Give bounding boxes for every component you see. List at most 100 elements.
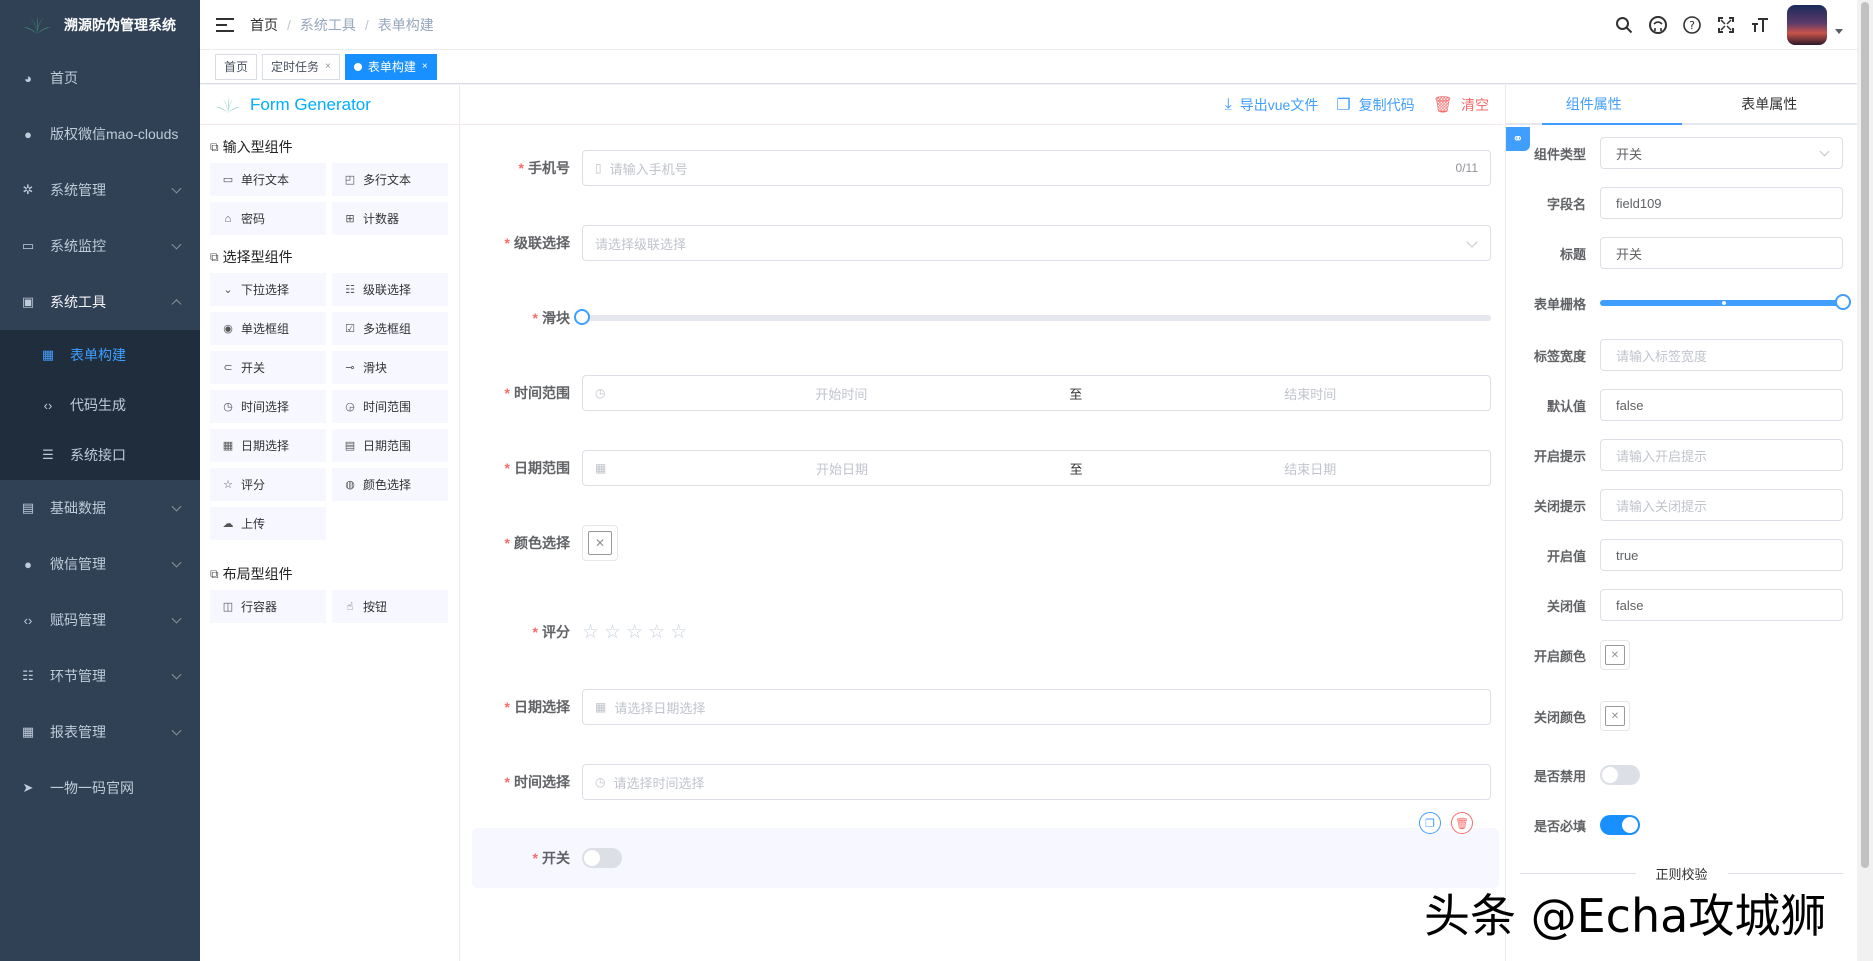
inactive-text-input[interactable]: 请输入关闭提示	[1600, 489, 1843, 521]
prop-inactive-text: 关闭提示 请输入关闭提示	[1506, 487, 1857, 523]
chevron-down-icon	[171, 725, 182, 736]
time-range-input[interactable]: ◷ 开始时间 至 结束时间	[582, 375, 1491, 411]
form-item-rate[interactable]: * 评分 ☆☆☆☆☆	[472, 602, 1491, 662]
chevron-down-icon	[1819, 146, 1830, 157]
github-icon[interactable]	[1641, 0, 1675, 50]
active-text-input[interactable]: 请输入开启提示	[1600, 439, 1843, 471]
delete-item-icon[interactable]: 🗑	[1451, 812, 1473, 834]
form-item-time[interactable]: * 时间选择 ◷ 请选择时间选择	[472, 752, 1491, 812]
form-item-phone[interactable]: * 手机号 ▯ 请输入手机号 0/11	[472, 138, 1491, 198]
tab-form-props[interactable]: 表单属性	[1682, 85, 1858, 123]
sidebar-item-code-assignment[interactable]: ‹› 赋码管理	[0, 592, 200, 648]
component-date-range[interactable]: ▤ 日期范围	[332, 429, 448, 462]
tag-home[interactable]: 首页	[215, 53, 258, 80]
caret-down-icon[interactable]	[1835, 29, 1843, 34]
sidebar-item-system-tools[interactable]: ▣ 系统工具	[0, 274, 200, 330]
hamburger-icon[interactable]	[216, 17, 234, 33]
slider-thumb[interactable]	[1835, 294, 1851, 310]
label-width-input[interactable]: 请输入标签宽度	[1600, 339, 1843, 371]
component-time-range[interactable]: ◶ 时间范围	[332, 390, 448, 423]
component-checkbox[interactable]: ☑ 多选框组	[332, 312, 448, 345]
avatar[interactable]	[1787, 4, 1827, 45]
time-input[interactable]: ◷ 请选择时间选择	[582, 764, 1491, 800]
breadcrumb-home[interactable]: 首页	[250, 15, 278, 35]
fullscreen-icon[interactable]	[1709, 0, 1743, 50]
component-upload[interactable]: ☁ 上传	[210, 507, 326, 540]
scrollbar-thumb[interactable]	[1861, 2, 1869, 868]
export-vue-button[interactable]: ⤓ 导出vue文件	[1225, 95, 1319, 115]
close-icon[interactable]: ×	[325, 55, 331, 79]
sidebar-item-wechat-management[interactable]: ● 微信管理	[0, 536, 200, 592]
component-input[interactable]: ▭ 单行文本	[210, 163, 326, 196]
copy-code-button[interactable]: ❐ 复制代码	[1336, 95, 1414, 115]
tab-component-props[interactable]: 组件属性	[1506, 85, 1682, 125]
sidebar-item-system-management[interactable]: ✲ 系统管理	[0, 162, 200, 218]
component-textarea[interactable]: ◰ 多行文本	[332, 163, 448, 196]
sidebar-item-form-builder[interactable]: ▦ 表单构建	[0, 330, 200, 380]
disabled-switch[interactable]	[1600, 765, 1640, 785]
date-input[interactable]: ▦ 请选择日期选择	[582, 689, 1491, 725]
inactive-color-picker[interactable]: ✕	[1600, 701, 1630, 731]
search-icon[interactable]	[1607, 0, 1641, 50]
close-icon: ✕	[1605, 706, 1625, 726]
sidebar-item-basic-data[interactable]: ▤ 基础数据	[0, 480, 200, 536]
span-slider[interactable]	[1600, 294, 1851, 310]
sidebar-item-wechat-copyright[interactable]: ● 版权微信mao-clouds	[0, 106, 200, 162]
sidebar-item-system-monitor[interactable]: ▭ 系统监控	[0, 218, 200, 274]
form-item-switch[interactable]: ❐ 🗑 * 开关	[472, 812, 1499, 888]
form-item-slider[interactable]: * 滑块	[472, 288, 1491, 348]
sidebar-item-link-management[interactable]: ☷ 环节管理	[0, 648, 200, 704]
clear-button[interactable]: 🗑 清空	[1433, 95, 1489, 115]
field-name-input[interactable]: field109	[1600, 187, 1843, 219]
page-scrollbar[interactable]	[1857, 0, 1873, 961]
slider-thumb[interactable]	[574, 309, 590, 325]
component-date-picker[interactable]: ▦ 日期选择	[210, 429, 326, 462]
component-type-select[interactable]: 开关	[1600, 137, 1843, 169]
component-slider[interactable]: ⊸ 滑块	[332, 351, 448, 384]
sidebar-item-report-management[interactable]: ▦ 报表管理	[0, 704, 200, 760]
component-radio[interactable]: ◉ 单选框组	[210, 312, 326, 345]
component-cascader[interactable]: ☷ 级联选择	[332, 273, 448, 306]
date-range-input[interactable]: ▦ 开始日期 至 结束日期	[582, 450, 1491, 486]
sidebar-item-code-generator[interactable]: ‹› 代码生成	[0, 380, 200, 430]
sidebar-logo[interactable]: 溯源防伪管理系统	[0, 0, 200, 50]
component-password[interactable]: ⌂ 密码	[210, 202, 326, 235]
form-item-date[interactable]: * 日期选择 ▦ 请选择日期选择	[472, 677, 1491, 737]
default-value-input[interactable]: false	[1600, 389, 1843, 421]
component-row[interactable]: ◫ 行容器	[210, 590, 326, 623]
sidebar-item-home[interactable]: ◕ 首页	[0, 50, 200, 106]
component-group-icon: ⧉	[210, 249, 219, 264]
component-rate[interactable]: ☆ 评分	[210, 468, 326, 501]
component-button[interactable]: ☝ 按钮	[332, 590, 448, 623]
component-time-picker[interactable]: ◷ 时间选择	[210, 390, 326, 423]
component-switch[interactable]: ⊂ 开关	[210, 351, 326, 384]
sidebar-item-official-site[interactable]: ➤ 一物一码官网	[0, 760, 200, 816]
cascader-input[interactable]: 请选择级联选择	[582, 225, 1491, 261]
font-size-icon[interactable]	[1743, 0, 1777, 50]
switch-toggle[interactable]	[582, 848, 622, 868]
copy-item-icon[interactable]: ❐	[1419, 812, 1441, 834]
prop-title: 标题 开关	[1506, 235, 1857, 271]
slider-track[interactable]	[574, 309, 1491, 325]
sidebar-item-system-api[interactable]: ☰ 系统接口	[0, 430, 200, 480]
active-value-input[interactable]: true	[1600, 539, 1843, 571]
close-icon[interactable]: ×	[422, 55, 428, 79]
form-item-date-range[interactable]: * 日期范围 ▦ 开始日期 至 结束日期	[472, 438, 1491, 498]
color-picker[interactable]: ✕	[582, 525, 618, 561]
inactive-value-input[interactable]: false	[1600, 589, 1843, 621]
component-select[interactable]: ⌄ 下拉选择	[210, 273, 326, 306]
help-icon[interactable]: ?	[1675, 0, 1709, 50]
tag-form-builder[interactable]: 表单构建 ×	[344, 53, 437, 80]
tag-scheduled-task[interactable]: 定时任务 ×	[262, 53, 340, 80]
form-item-time-range[interactable]: * 时间范围 ◷ 开始时间 至 结束时间	[472, 363, 1491, 423]
required-switch[interactable]	[1600, 815, 1640, 835]
title-input[interactable]: 开关	[1600, 237, 1843, 269]
active-color-picker[interactable]: ✕	[1600, 640, 1630, 670]
component-color-picker[interactable]: ◍ 颜色选择	[332, 468, 448, 501]
form-item-color[interactable]: * 颜色选择 ✕	[472, 513, 1491, 573]
form-item-cascader[interactable]: * 级联选择 请选择级联选择	[472, 213, 1491, 273]
phone-input[interactable]: ▯ 请输入手机号 0/11	[582, 150, 1491, 186]
rate-stars[interactable]: ☆☆☆☆☆	[582, 621, 692, 644]
component-counter[interactable]: ⊞ 计数器	[332, 202, 448, 235]
property-panel: 组件属性 表单属性 ⚭ 组件类型 开关 字段名 field109 标题 开关 表…	[1505, 85, 1857, 961]
